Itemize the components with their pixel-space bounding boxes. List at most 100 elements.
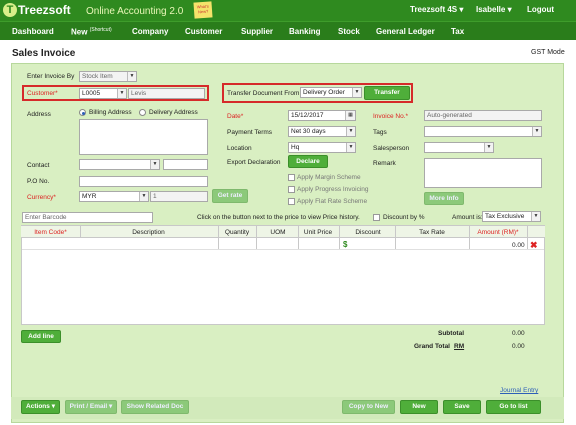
contact-select[interactable]: ▼ (79, 159, 160, 170)
go-to-list-button[interactable]: Go to list (486, 400, 541, 414)
transfer-document-value: Delivery Order (303, 89, 345, 96)
chevron-down-icon: ▼ (127, 72, 136, 81)
chevron-down-icon: ▼ (346, 143, 355, 152)
col-amount: Amount (RM)* (477, 229, 519, 236)
invoice-no-field: Auto-generated (424, 110, 542, 121)
logout-link[interactable]: Logout (527, 5, 554, 14)
actions-button[interactable]: Actions ▾ (21, 400, 60, 414)
amount-is-value: Tax Exclusive (485, 213, 525, 220)
enter-by-label: Enter Invoice By (27, 73, 75, 80)
discount-percent-checkbox[interactable] (373, 214, 380, 221)
table-row[interactable] (22, 239, 544, 250)
billing-address-radio[interactable] (79, 109, 86, 116)
transfer-button[interactable]: Transfer (364, 86, 410, 100)
address-label: Address (27, 111, 51, 118)
nav-new-label: New (71, 27, 88, 37)
margin-scheme-checkbox[interactable] (288, 174, 295, 181)
calendar-icon[interactable]: ▦ (345, 111, 355, 120)
chevron-down-icon: ▼ (150, 160, 159, 169)
remark-label: Remark (373, 160, 396, 167)
flat-rate-label: Apply Flat Rate Scheme (297, 198, 368, 205)
delivery-address-radio[interactable] (139, 109, 146, 116)
currency-select[interactable]: MYR ▼ (79, 191, 149, 202)
discount-percent-label: Discount by % (383, 214, 425, 221)
copy-to-new-button[interactable]: Copy to New (342, 400, 395, 414)
journal-entry-link[interactable]: Journal Entry (500, 387, 538, 394)
subtotal-value: 0.00 (512, 330, 525, 337)
add-line-button[interactable]: Add line (21, 330, 61, 343)
user-menu[interactable]: Isabelle ▾ (476, 5, 512, 14)
nav-customer[interactable]: Customer (185, 27, 222, 36)
chevron-down-icon: ▼ (532, 127, 541, 136)
location-select[interactable]: Hq ▼ (288, 142, 356, 153)
save-button[interactable]: Save (443, 400, 481, 414)
subtotal-label: Subtotal (438, 330, 464, 337)
nav-supplier[interactable]: Supplier (241, 27, 273, 36)
po-input[interactable] (79, 176, 208, 187)
delete-row-icon[interactable]: ✖ (530, 240, 538, 251)
brand-name[interactable]: Treezsoft (18, 3, 71, 17)
amount-is-label: Amount is: (452, 214, 483, 221)
contact-label: Contact (27, 162, 50, 169)
show-related-doc-button[interactable]: Show Related Doc (121, 400, 189, 414)
nav-shortcut-label: (Shortcut) (89, 27, 112, 33)
nav-dashboard[interactable]: Dashboard (12, 27, 54, 36)
payment-terms-select[interactable]: Net 30 days ▼ (288, 126, 356, 137)
new-button[interactable]: New (400, 400, 438, 414)
amount-is-select[interactable]: Tax Exclusive ▼ (482, 211, 541, 222)
whats-new-note[interactable]: What's New? (193, 1, 213, 19)
export-declaration-label: Export Declaration (227, 159, 281, 166)
customer-code-select[interactable]: L0005 ▼ (79, 88, 127, 99)
transfer-label: Transfer Document From (227, 90, 300, 97)
payment-terms-label: Payment Terms (227, 129, 273, 136)
nav-stock[interactable]: Stock (338, 27, 360, 36)
chevron-down-icon: ▼ (352, 88, 361, 97)
more-info-button[interactable]: More Info (424, 192, 464, 205)
progress-invoicing-label: Apply Progress Invoicing (297, 186, 369, 193)
price-history-icon[interactable]: $ (343, 240, 347, 249)
enter-by-value: Stock Item (82, 73, 113, 80)
chevron-down-icon: ▼ (139, 192, 148, 201)
nav-new[interactable]: New (Shortcut) (71, 27, 112, 37)
get-rate-button[interactable]: Get rate (212, 189, 248, 203)
flat-rate-checkbox[interactable] (288, 198, 295, 205)
customer-code-value: L0005 (82, 90, 101, 97)
enter-by-select[interactable]: Stock Item ▼ (79, 71, 137, 82)
customer-label: Customer* (27, 90, 58, 97)
col-item-code: Item Code* (34, 229, 67, 236)
row-amount: 0.00 (512, 242, 525, 249)
tags-label: Tags (373, 129, 387, 136)
chevron-down-icon: ▼ (531, 212, 540, 221)
app-name: Online Accounting 2.0 (86, 6, 184, 17)
nav-tax[interactable]: Tax (451, 27, 464, 36)
company-menu[interactable]: Treezsoft 4S ▾ (410, 5, 463, 14)
grand-total-label: Grand Total (414, 343, 450, 350)
date-input[interactable]: 15/12/2017 ▦ (288, 110, 356, 121)
chevron-down-icon: ▼ (346, 127, 355, 136)
date-value: 15/12/2017 (291, 112, 324, 119)
tags-select[interactable]: ▼ (424, 126, 542, 137)
transfer-document-select[interactable]: Delivery Order ▼ (300, 87, 362, 98)
col-uom: UOM (270, 229, 286, 236)
col-divider (80, 226, 81, 238)
nav-company[interactable]: Company (132, 27, 168, 36)
customer-name-field: Levis (128, 88, 205, 99)
print-email-button[interactable]: Print / Email ▾ (65, 400, 117, 414)
progress-invoicing-checkbox[interactable] (288, 186, 295, 193)
address-textarea[interactable] (79, 119, 208, 155)
price-history-hint: Click on the button next to the price to… (197, 214, 360, 221)
location-value: Hq (291, 144, 300, 151)
barcode-input[interactable]: Enter Barcode (22, 212, 153, 223)
declare-button[interactable]: Declare (288, 155, 328, 168)
gst-mode-label: GST Mode (531, 49, 565, 56)
currency-value: MYR (82, 193, 97, 200)
logo-icon: T (3, 3, 17, 17)
salesperson-select[interactable]: ▼ (424, 142, 494, 153)
location-label: Location (227, 145, 252, 152)
chevron-down-icon: ▼ (117, 89, 126, 98)
remark-textarea[interactable] (424, 158, 542, 188)
nav-banking[interactable]: Banking (289, 27, 321, 36)
contact-extra-field[interactable] (163, 159, 208, 170)
nav-general-ledger[interactable]: General Ledger (376, 27, 435, 36)
col-quantity: Quantity (224, 229, 250, 236)
